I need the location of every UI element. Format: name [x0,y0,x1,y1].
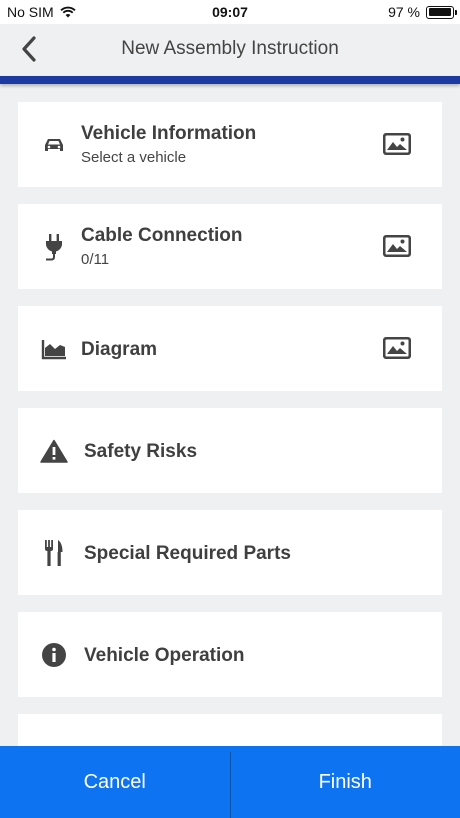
page-title: New Assembly Instruction [121,38,339,59]
card-title: Special Required Parts [84,543,291,564]
bottom-action-bar: Cancel Finish [0,746,460,818]
card-text: Special Required Parts [84,531,291,565]
card-text: Cable Connection 0/11 [81,225,243,268]
card-title: Cable Connection [81,225,243,246]
battery-fill [428,8,451,16]
plug-icon [40,234,68,261]
image-icon[interactable] [383,235,411,257]
card-safety-risks[interactable]: Safety Risks [18,408,442,493]
card-title: Safety Risks [84,441,198,462]
finish-button[interactable]: Finish [231,746,460,818]
card-vehicle-information[interactable]: Vehicle Information Select a vehicle [18,102,442,187]
area-chart-icon [40,336,68,362]
card-text: Vehicle Information Select a vehicle [81,123,256,166]
card-title: Vehicle Information [81,123,257,144]
card-title: Diagram [81,339,158,360]
card-subtitle: Select a vehicle [81,149,187,166]
image-icon[interactable] [383,337,411,359]
info-icon [40,642,68,668]
card-text: Vehicle Operation [84,633,245,667]
card-special-required-parts[interactable]: Special Required Parts [18,510,442,595]
card-cable-connection[interactable]: Cable Connection 0/11 [18,204,442,289]
cancel-button[interactable]: Cancel [0,746,230,818]
card-diagram[interactable]: Diagram [18,306,442,391]
image-icon[interactable] [383,133,411,155]
section-list: Vehicle Information Select a vehicle Cab… [18,102,442,816]
card-title: Vehicle Operation [84,645,245,666]
tools-icon [40,540,68,566]
card-text: Diagram [81,327,157,361]
battery-percent: 97 % [388,4,420,20]
warning-icon [40,438,68,464]
battery-icon [426,5,457,19]
navigation-bar: New Assembly Instruction [0,24,460,76]
card-vehicle-operation[interactable]: Vehicle Operation [18,612,442,697]
header-accent-bar [0,76,460,84]
battery-group: 97 % [388,4,457,20]
car-icon [40,132,68,158]
status-bar: No SIM 09:07 97 % [0,0,460,24]
card-text: Safety Risks [84,429,197,463]
card-subtitle: 0/11 [81,251,110,268]
